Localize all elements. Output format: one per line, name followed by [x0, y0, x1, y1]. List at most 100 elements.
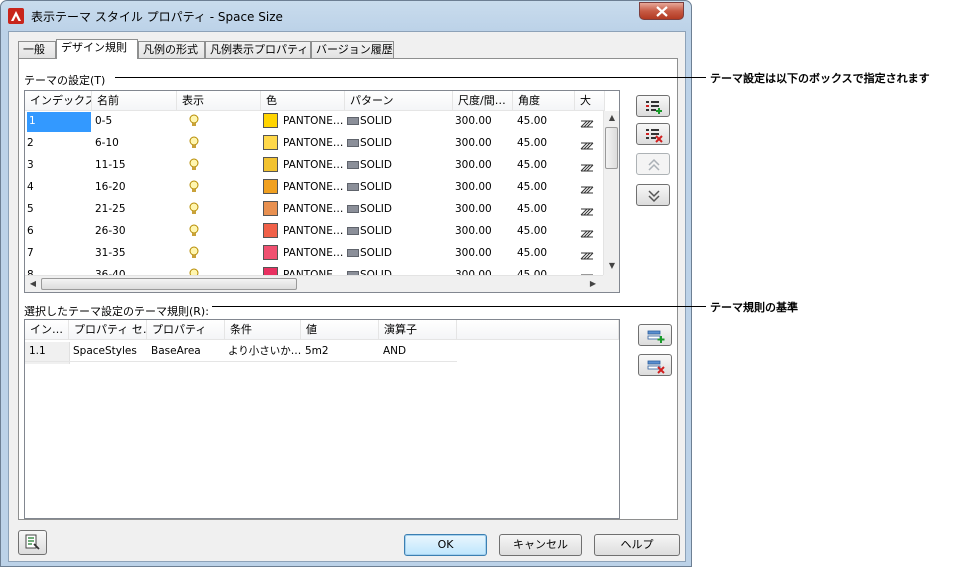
tab-general[interactable]: 一般 — [18, 41, 56, 58]
index-cell[interactable]: 5 — [27, 200, 89, 222]
pattern-cell[interactable]: SOLID — [347, 134, 451, 156]
display-cell[interactable] — [180, 178, 250, 200]
lightbulb-on-icon[interactable] — [188, 224, 200, 238]
hatch-preview-cell[interactable] — [580, 156, 602, 178]
index-cell[interactable]: 1 — [27, 112, 91, 132]
scale-cell[interactable]: 300.00 — [455, 134, 511, 156]
lightbulb-on-icon[interactable] — [188, 136, 200, 150]
rule-column-header-condition[interactable]: 条件 — [225, 320, 301, 340]
hatch-preview-cell[interactable] — [580, 112, 602, 134]
column-header-scale-spacing[interactable]: 尺度/間… — [453, 91, 513, 111]
display-cell[interactable] — [180, 222, 250, 244]
display-cell[interactable] — [180, 244, 250, 266]
theme-rules-grid[interactable]: イン… プロパティ セ… プロパティ 条件 値 演算子 1.1 SpaceSty… — [24, 319, 620, 519]
scale-cell[interactable]: 300.00 — [455, 178, 511, 200]
rule-column-header-index[interactable]: イン… — [25, 320, 69, 340]
column-header-display[interactable]: 表示 — [177, 91, 261, 111]
column-header-pattern[interactable]: パターン — [345, 91, 453, 111]
angle-cell[interactable]: 45.00 — [517, 200, 573, 222]
column-header-large[interactable]: 大 — [575, 91, 605, 111]
name-cell[interactable]: 6-10 — [95, 134, 175, 156]
pattern-cell[interactable]: SOLID — [347, 112, 451, 134]
index-cell[interactable]: 2 — [27, 134, 89, 156]
title-bar[interactable]: 表示テーマ スタイル プロパティ - Space Size — [1, 1, 691, 31]
move-down-button[interactable] — [636, 184, 670, 206]
tab-legend-display-properties[interactable]: 凡例表示プロパティ — [205, 41, 311, 58]
color-cell[interactable]: PANTONE… — [263, 222, 345, 244]
index-cell[interactable]: 6 — [27, 222, 89, 244]
angle-cell[interactable]: 45.00 — [517, 112, 573, 134]
scale-cell[interactable]: 300.00 — [455, 222, 511, 244]
scroll-right-arrow-icon[interactable]: ▶ — [585, 279, 601, 288]
angle-cell[interactable]: 45.00 — [517, 222, 573, 244]
delete-theme-setting-button[interactable] — [636, 123, 670, 145]
angle-cell[interactable]: 45.00 — [517, 134, 573, 156]
tab-design-rules[interactable]: デザイン規則 — [56, 39, 138, 59]
color-cell[interactable]: PANTONE… — [263, 112, 345, 134]
theme-grid-vertical-scrollbar[interactable]: ▲ ▼ — [603, 111, 619, 275]
angle-cell[interactable]: 45.00 — [517, 244, 573, 266]
index-cell[interactable]: 4 — [27, 178, 89, 200]
ok-button[interactable]: OK — [404, 534, 487, 556]
horizontal-scroll-thumb[interactable] — [41, 278, 297, 290]
theme-grid-horizontal-scrollbar[interactable]: ◀ ▶ — [25, 275, 603, 292]
help-button[interactable]: ヘルプ — [594, 534, 680, 556]
index-cell[interactable]: 3 — [27, 156, 89, 178]
display-cell[interactable] — [180, 134, 250, 156]
name-cell[interactable]: 31-35 — [95, 244, 175, 266]
lightbulb-on-icon[interactable] — [188, 246, 200, 260]
vertical-scroll-thumb[interactable] — [605, 127, 618, 169]
scroll-up-arrow-icon[interactable]: ▲ — [604, 113, 619, 122]
tab-legend-format[interactable]: 凡例の形式 — [138, 41, 205, 58]
color-cell[interactable]: PANTONE… — [263, 156, 345, 178]
display-cell[interactable] — [180, 156, 250, 178]
rule-column-header-value[interactable]: 値 — [301, 320, 379, 340]
display-cell[interactable] — [180, 200, 250, 222]
pattern-cell[interactable]: SOLID — [347, 178, 451, 200]
color-cell[interactable]: PANTONE… — [263, 244, 345, 266]
pattern-cell[interactable]: SOLID — [347, 222, 451, 244]
pattern-cell[interactable]: SOLID — [347, 244, 451, 266]
hatch-preview-cell[interactable] — [580, 200, 602, 222]
color-cell[interactable]: PANTONE… — [263, 200, 345, 222]
name-cell[interactable]: 26-30 — [95, 222, 175, 244]
column-header-name[interactable]: 名前 — [92, 91, 177, 111]
column-header-angle[interactable]: 角度 — [513, 91, 575, 111]
column-header-color[interactable]: 色 — [261, 91, 345, 111]
display-cell[interactable] — [180, 112, 250, 134]
move-up-button[interactable] — [636, 153, 670, 175]
scroll-down-arrow-icon[interactable]: ▼ — [604, 261, 619, 270]
index-cell[interactable]: 7 — [27, 244, 89, 266]
scale-cell[interactable]: 300.00 — [455, 200, 511, 222]
rule-column-header-property[interactable]: プロパティ — [147, 320, 225, 340]
add-theme-rule-button[interactable] — [638, 324, 672, 346]
lightbulb-on-icon[interactable] — [188, 180, 200, 194]
name-cell[interactable]: 16-20 — [95, 178, 175, 200]
theme-settings-grid[interactable]: インデックス 名前 表示 色 パターン 尺度/間… 角度 大 1 0-5 PANTO… — [24, 90, 620, 293]
hatch-preview-cell[interactable] — [580, 134, 602, 156]
add-theme-setting-button[interactable] — [636, 95, 670, 117]
close-button[interactable] — [639, 2, 684, 20]
lightbulb-on-icon[interactable] — [188, 158, 200, 172]
angle-cell[interactable]: 45.00 — [517, 178, 573, 200]
hatch-preview-cell[interactable] — [580, 244, 602, 266]
pattern-cell[interactable]: SOLID — [347, 156, 451, 178]
name-cell[interactable]: 0-5 — [95, 112, 175, 134]
scale-cell[interactable]: 300.00 — [455, 156, 511, 178]
rule-column-header-property-set[interactable]: プロパティ セ… — [69, 320, 147, 340]
name-cell[interactable]: 11-15 — [95, 156, 175, 178]
pattern-cell[interactable]: SOLID — [347, 200, 451, 222]
color-cell[interactable]: PANTONE… — [263, 178, 345, 200]
scale-cell[interactable]: 300.00 — [455, 112, 511, 134]
select-components-button[interactable] — [18, 530, 47, 555]
cancel-button[interactable]: キャンセル — [499, 534, 582, 556]
color-cell[interactable]: PANTONE… — [263, 134, 345, 156]
lightbulb-on-icon[interactable] — [188, 202, 200, 216]
hatch-preview-cell[interactable] — [580, 222, 602, 244]
scale-cell[interactable]: 300.00 — [455, 244, 511, 266]
delete-theme-rule-button[interactable] — [638, 354, 672, 376]
lightbulb-on-icon[interactable] — [188, 114, 200, 128]
angle-cell[interactable]: 45.00 — [517, 156, 573, 178]
column-header-index[interactable]: インデックス — [25, 91, 92, 111]
scroll-left-arrow-icon[interactable]: ◀ — [25, 279, 41, 288]
